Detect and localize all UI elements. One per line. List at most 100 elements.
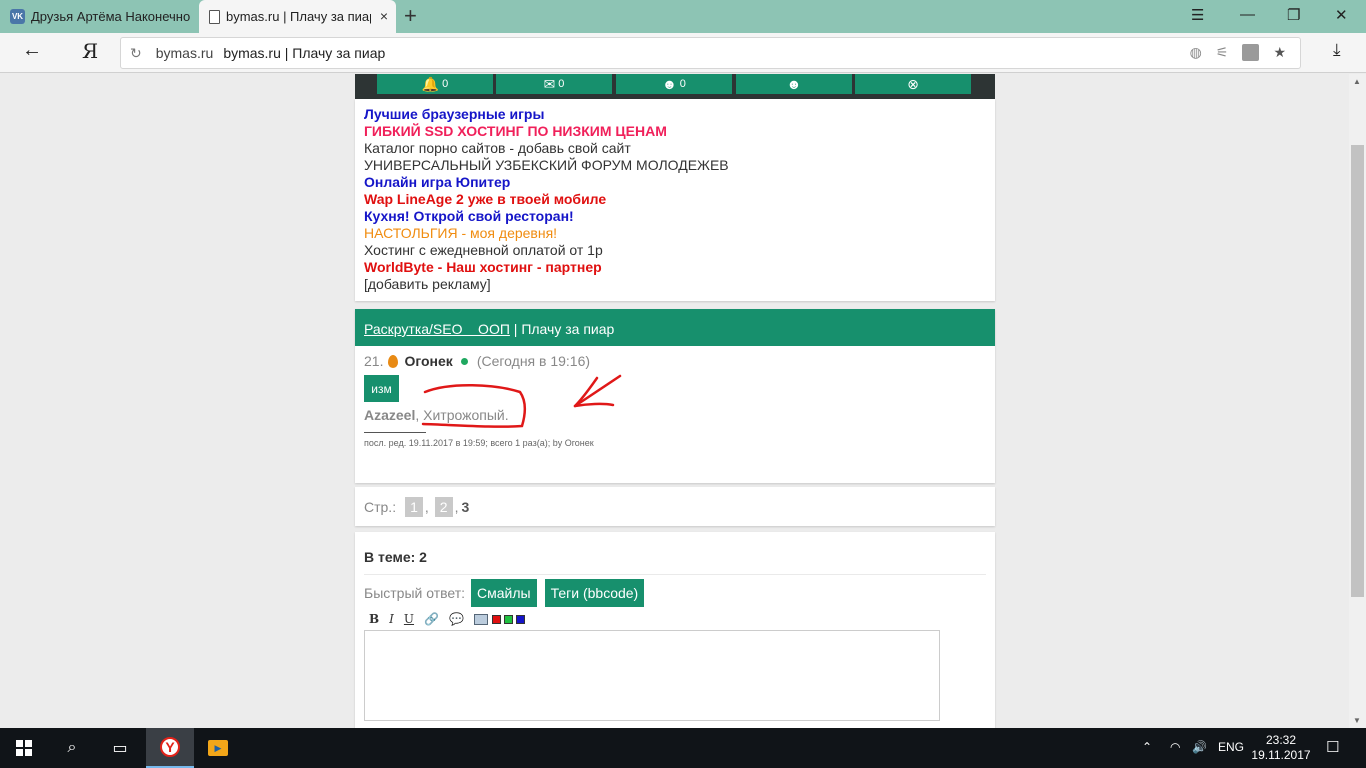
mail-icon: ✉ [543,75,556,92]
mail-count: 0 [558,78,565,90]
underline-button[interactable]: U [404,612,414,626]
format-toolbar: B I U 🔗 💬 [364,612,986,626]
tab-close-icon[interactable]: × [380,8,388,24]
yandex-logo-button[interactable]: Я [82,39,98,63]
ad-link[interactable]: УНИВЕРСАЛЬНЫЙ УЗБЕКСКИЙ ФОРУМ МОЛОДЕЖЕВ [364,157,986,174]
tab-vk-friends[interactable]: VK Друзья Артёма Наконечно [0,0,198,33]
bookmark-star-icon[interactable]: ★ [1273,44,1286,61]
post-header: 21. Огонек (Сегодня в 19:16) [364,353,986,369]
pagination: Стр.: 1 , 2 , 3 [355,487,995,526]
reply-to-nick[interactable]: Azazeel [364,407,415,423]
page-scrollbar[interactable]: ▲ ▼ [1349,74,1366,728]
yandex-browser-icon: Y [160,737,180,757]
signature-divider [364,432,426,433]
task-view-icon[interactable]: ▭ [96,728,144,768]
exit-button[interactable]: ⊗ [855,74,971,94]
new-tab-button[interactable]: + [404,3,417,29]
link-icon[interactable]: 🔗 [424,612,439,626]
tab-bymas[interactable]: bymas.ru | Плачу за пиар × [199,0,396,33]
green-color-swatch[interactable] [503,614,513,624]
blue-color-swatch[interactable] [515,614,525,624]
browser-toolbar: ← Я ↻ bymas.ru bymas.ru | Плачу за пиар … [0,33,1366,73]
page-link[interactable]: 1 [405,496,423,517]
video-player-taskbar-icon[interactable]: ▶ [194,728,242,768]
page-link[interactable]: 2 [434,496,453,517]
protect-icon[interactable]: ⚟ [1216,44,1229,61]
browser-menu-icon[interactable]: ☰ [1191,6,1204,24]
download-icon[interactable]: ⤓ [1333,40,1341,60]
quote-icon[interactable]: 💬 [449,612,464,626]
users-icon: ☻ [662,76,677,92]
forum-post: Раскрутка/SEO ООП | Плачу за пиар 21. Ог… [355,309,995,483]
address-page-title: bymas.ru | Плачу за пиар [223,45,386,61]
notifications-center-icon[interactable]: ☐ [1326,738,1339,756]
ad-link[interactable]: Wap LineAge 2 уже в твоей мобиле [364,191,986,208]
post-date: (Сегодня в 19:16) [476,353,591,369]
ad-link[interactable]: Лучшие браузерные игры [364,106,986,123]
tray-chevron-icon[interactable]: ⌃ [1142,740,1152,754]
address-bar[interactable]: ↻ bymas.ru bymas.ru | Плачу за пиар ◍ ⚟ … [120,37,1301,69]
ad-link[interactable]: Каталог порно сайтов - добавь свой сайт [364,140,986,157]
document-icon [209,9,220,24]
search-icon[interactable]: ⌕ [48,728,96,768]
back-arrow-icon[interactable]: ← [22,39,42,62]
yandex-browser-taskbar-icon[interactable]: Y [146,728,194,768]
address-bar-icons: ◍ ⚟ ★ [1190,44,1286,61]
pager-separator: , [424,498,429,515]
windows-taskbar: ⌕ ▭ Y ▶ ⌃ ◠ 🔊 ENG 23:32 19.11.2017 ☐ [0,728,1366,768]
language-indicator[interactable]: ENG [1218,740,1244,754]
reload-icon[interactable]: ↻ [130,45,142,62]
post-author[interactable]: Огонек [404,353,452,369]
quick-reply-label: Быстрый ответ: [364,585,466,601]
post-number: 21. [364,353,384,369]
pager-label: Стр.: [364,498,397,515]
reply-textarea[interactable] [364,630,940,721]
clock[interactable]: 23:32 19.11.2017 [1250,733,1312,763]
scrollbar-thumb[interactable] [1351,145,1364,597]
add-ad-link[interactable]: [добавить рекламу] [364,276,986,293]
profile-button[interactable]: ☻ [736,74,852,94]
clock-date: 19.11.2017 [1251,748,1311,762]
windows-start-icon[interactable] [0,728,48,768]
restore-icon[interactable]: ❐ [1287,6,1300,24]
mail-button[interactable]: ✉ 0 [496,74,612,94]
volume-icon[interactable]: 🔊 [1192,740,1207,754]
scroll-down-icon[interactable]: ▼ [1353,716,1361,725]
friends-button[interactable]: ☻ 0 [616,74,732,94]
extension-icon[interactable] [1242,44,1260,61]
breadcrumb-section-link[interactable]: Раскрутка/SEO ООП [364,321,510,337]
user-nav-strip: 🔔 0 ✉ 0 ☻ 0 ☻ ⊗ [355,74,995,99]
red-color-swatch[interactable] [491,614,501,624]
italic-button[interactable]: I [389,612,394,626]
image-icon[interactable] [473,613,488,625]
ad-link[interactable]: Кухня! Открой свой ресторан! [364,208,986,225]
notifications-button[interactable]: 🔔 0 [377,74,493,94]
ad-link[interactable]: WorldByte - Наш хостинг - партнер [364,259,986,276]
scroll-up-icon[interactable]: ▲ [1353,77,1361,86]
tab-strip: VK Друзья Артёма Наконечно bymas.ru | Пл… [0,0,1366,33]
minimize-icon[interactable]: — [1240,6,1255,23]
close-window-icon[interactable]: ✕ [1335,6,1348,24]
tab-label: bymas.ru | Плачу за пиар [226,9,371,24]
wifi-icon[interactable]: ◠ [1170,740,1180,754]
smiles-button[interactable]: Смайлы [471,579,537,607]
clock-time: 23:32 [1265,733,1297,747]
edit-note: посл. ред. 19.11.2017 в 19:59; всего 1 р… [364,438,594,448]
pager-separator: , [454,498,459,515]
notifications-count: 0 [442,78,449,90]
windows-logo-icon [16,740,32,756]
bold-button[interactable]: B [369,612,379,626]
bbcode-tags-button[interactable]: Теги (bbcode) [544,579,645,607]
fire-drop-icon [388,354,399,368]
video-player-icon: ▶ [208,740,228,756]
breadcrumb-separator: | [509,321,522,337]
online-status-icon [460,357,468,365]
quick-reply-row: Быстрый ответ: Смайлы Теги (bbcode) [364,579,986,607]
ad-link[interactable]: НАСТОЛЬГИЯ - моя деревня! [364,225,986,242]
vk-icon: VK [10,9,25,24]
ad-link[interactable]: Хостинг с ежедневной оплатой от 1р [364,242,986,259]
ad-link[interactable]: ГИБКИЙ SSD ХОСТИНГ ПО НИЗКИМ ЦЕНАМ [364,123,986,140]
edit-post-button[interactable]: изм [364,375,399,402]
ad-link[interactable]: Онлайн игра Юпитер [364,174,986,191]
globe-icon[interactable]: ◍ [1190,44,1202,61]
